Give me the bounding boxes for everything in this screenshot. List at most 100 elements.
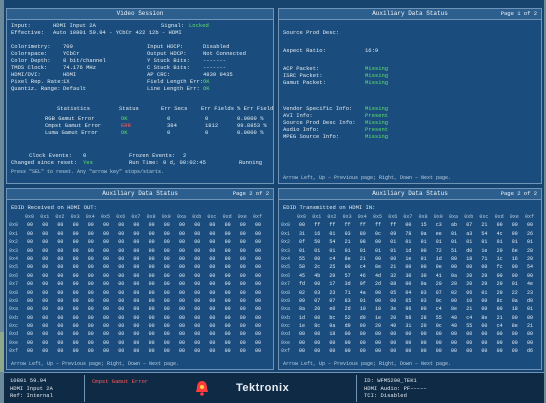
- hex-byte: 00: [209, 255, 216, 262]
- hex-byte: 00: [209, 264, 216, 271]
- status-reference: Ref: Internal: [10, 392, 53, 399]
- hex-byte: 00: [133, 289, 140, 296]
- panel-title: Auxiliary Data Status Page 1 of 2: [279, 9, 541, 20]
- hex-byte: d0: [359, 314, 366, 321]
- field-value: 1X: [63, 78, 70, 85]
- hex-byte: 00: [179, 289, 186, 296]
- status-label: Vendor Specific Info:: [283, 105, 353, 112]
- hex-byte: 00: [42, 331, 49, 338]
- hex-byte: 07: [314, 297, 321, 304]
- hex-byte: 00: [42, 297, 49, 304]
- hex-byte: 00: [179, 339, 186, 346]
- hex-byte: ff: [314, 222, 321, 229]
- table-row: 0xe 00 00 00 00 00 00 00 00 00 00 00 00 00 00 00 00: [9, 339, 273, 347]
- hex-byte: 00: [87, 255, 94, 262]
- hex-byte: 00: [239, 297, 246, 304]
- row-label: 0x9: [9, 297, 19, 304]
- status-bar: 1080i 59.94 HDMI Input 2A Ref: Internal …: [4, 372, 544, 403]
- status-label: ISRC Packet:: [283, 72, 323, 79]
- hex-byte: 00: [496, 272, 503, 279]
- hex-byte: 07: [435, 289, 442, 296]
- hex-byte: 00: [224, 323, 231, 330]
- hex-byte: 00: [344, 264, 351, 271]
- status-format: 1080i 59.94: [10, 377, 47, 384]
- table-row: 0xf 00 00 00 00 00 00 00 00 00 00 00 00 00 00 00 d6: [281, 347, 541, 355]
- hex-byte: 9e: [435, 264, 442, 271]
- table-row: 0x4 55 00 c4 8e 21 00 00 1e 01 1d 80 18 71 1c 16 20: [281, 255, 541, 263]
- edid-hex-table: 0x0 0x1 0x2 0x3 0x4 0x5 0x6 0x7 0x8 0x9 0xa 0xb 0xc 0…: [9, 213, 273, 356]
- hex-byte: 90: [359, 323, 366, 330]
- hex-byte: 00: [133, 348, 140, 355]
- hex-byte: 00: [148, 247, 155, 254]
- hex-byte: 00: [451, 297, 458, 304]
- hex-byte: 00: [209, 230, 216, 237]
- hex-byte: 00: [344, 331, 351, 338]
- row-label: 0x8: [9, 289, 19, 296]
- aspect-ratio-value: 16:9: [365, 47, 379, 54]
- hex-byte: 0f: [299, 239, 306, 246]
- hex-byte: 00: [239, 222, 246, 229]
- frozen-events-label: Frozen Events:: [129, 152, 176, 159]
- hex-byte: ff: [329, 222, 336, 229]
- table-row: 0x8 00 00 00 00 00 00 00 00 00 00 00 00 00 00 00 00: [9, 289, 273, 297]
- hex-byte: 00: [224, 230, 231, 237]
- table-row: 0x9 00 00 00 00 00 00 00 00 00 00 00 00 00 00 00 00: [9, 297, 273, 305]
- status-label: ACP Packet:: [283, 65, 320, 72]
- stat-name: RGB Gamut Error: [45, 115, 95, 122]
- hex-byte: 00: [163, 230, 170, 237]
- stat-secs: 0: [167, 129, 171, 136]
- table-row: 0xb 1d 00 bc 52 d0 1e 20 b8 28 55 40 c4 8e 21 00 00: [281, 314, 541, 322]
- hex-byte: 1d: [435, 255, 442, 262]
- hex-byte: 00: [148, 348, 155, 355]
- hex-byte: 0c: [435, 297, 442, 304]
- field-value: 709: [63, 43, 73, 50]
- hex-byte: 00: [103, 289, 110, 296]
- status-label: Audio Info:: [283, 126, 320, 133]
- hex-byte: 8e: [375, 264, 382, 271]
- hex-byte: 20: [466, 272, 473, 279]
- hex-byte: 00: [359, 348, 366, 355]
- changed-label: Changed since reset:: [11, 159, 78, 166]
- hex-byte: 01: [451, 239, 458, 246]
- hex-byte: 20: [420, 323, 427, 330]
- column-header: 0x4: [357, 214, 367, 220]
- hex-byte: c4: [329, 255, 336, 262]
- column-header: 0xe: [509, 214, 519, 220]
- hex-byte: 21: [496, 314, 503, 321]
- hex-byte: 78: [405, 230, 412, 237]
- hex-byte: 00: [179, 297, 186, 304]
- effective-value: Auto 1080i 59.94 - YCbCr 422 12b - HDMI: [53, 29, 182, 36]
- hex-byte: 00: [405, 281, 412, 288]
- hex-byte: 00: [239, 281, 246, 288]
- reset-hint: Press "SEL" to reset. Any "arrow key" st…: [11, 169, 165, 175]
- hex-byte: 00: [72, 222, 79, 229]
- field-value: Disabled: [203, 43, 230, 50]
- table-row: 0x9 09 07 07 83 01 00 00 65 03 0c 00 10 00 8c 0a d0: [281, 297, 541, 305]
- hex-byte: 40: [451, 314, 458, 321]
- table-row: 0xe 00 00 00 00 00 00 00 00 00 00 00 00 00 00 00 00: [281, 339, 541, 347]
- hex-byte: 00: [27, 306, 34, 313]
- hex-byte: 00: [57, 331, 64, 338]
- status-value: Missing: [365, 119, 389, 126]
- field-label: Colorimetry:: [11, 43, 51, 50]
- hex-byte: 21: [527, 323, 534, 330]
- waveform-monitor-screen: Video Session Input: HDMI Input 2A Signa…: [4, 0, 544, 372]
- hex-byte: 00: [239, 264, 246, 271]
- column-header: Err Fields: [201, 105, 235, 112]
- hex-byte: 00: [118, 222, 125, 229]
- stat-fields: 0: [205, 115, 209, 122]
- hex-byte: 00: [133, 247, 140, 254]
- hex-byte: 00: [314, 339, 321, 346]
- hex-byte: 00: [163, 272, 170, 279]
- hex-byte: 8c: [496, 297, 503, 304]
- column-header: 0xd: [222, 214, 232, 220]
- hex-byte: 2d: [344, 306, 351, 313]
- page-hint: Arrow Left, Up – Previous page; Right, D…: [11, 361, 180, 367]
- hex-byte: 16: [314, 230, 321, 237]
- hex-byte: c4: [496, 323, 503, 330]
- status-value: Present: [365, 112, 389, 119]
- hex-byte: 00: [118, 281, 125, 288]
- hex-byte: 58: [299, 264, 306, 271]
- hex-byte: 00: [118, 272, 125, 279]
- video-format-fields: Colorimetry: 709 Colorspace: YCbCr Color Dep…: [11, 43, 141, 95]
